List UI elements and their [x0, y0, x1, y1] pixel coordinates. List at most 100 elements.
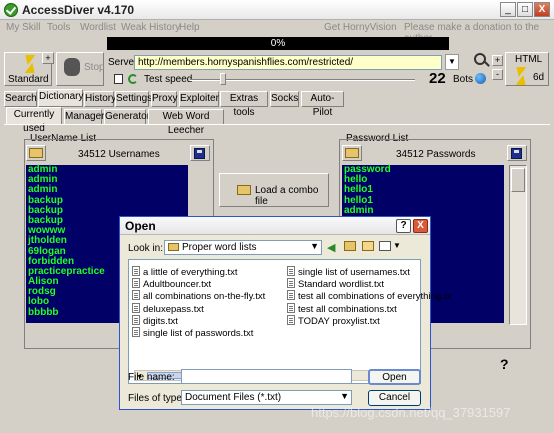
- file-item[interactable]: Standard wordlist.txt: [287, 278, 384, 290]
- minimize-button[interactable]: _: [500, 2, 516, 17]
- app-check-icon: [4, 3, 18, 17]
- close-button[interactable]: X: [534, 2, 550, 17]
- tab-search[interactable]: Search: [4, 91, 37, 107]
- file-item[interactable]: test all combinations of everything.tx: [287, 290, 451, 302]
- look-in-label: Look in:: [128, 243, 164, 254]
- subtab-web-word-leecher[interactable]: Web Word Leecher: [148, 109, 224, 136]
- text-file-icon: [132, 314, 140, 325]
- save-passwords-button[interactable]: [507, 145, 527, 161]
- up-folder-icon[interactable]: [344, 241, 356, 251]
- load-combo-button[interactable]: Load a combo file: [219, 173, 329, 207]
- dialog-close-button[interactable]: X: [413, 219, 428, 233]
- tab-settings[interactable]: Settings: [115, 91, 152, 107]
- tab-history[interactable]: History: [84, 91, 116, 107]
- cancel-button[interactable]: Cancel: [368, 390, 421, 406]
- new-document-icon[interactable]: [114, 74, 123, 84]
- file-item[interactable]: test all combinations.txt: [287, 302, 397, 315]
- menu-my-skill[interactable]: My Skill: [6, 22, 40, 33]
- title-bar: AccessDiver v4.170 _ □ X: [0, 0, 554, 20]
- save-usernames-button[interactable]: [190, 145, 210, 161]
- maximize-button[interactable]: □: [517, 2, 533, 17]
- speed-slider-thumb[interactable]: [220, 73, 226, 85]
- help-question-mark[interactable]: ?: [500, 356, 509, 372]
- tab-proxy[interactable]: Proxy: [151, 91, 178, 107]
- file-name-label: File name:: [128, 372, 175, 383]
- file-name: single list of usernames.txt: [298, 267, 410, 278]
- file-item[interactable]: a little of everything.txt: [132, 266, 238, 278]
- text-file-icon: [132, 327, 140, 337]
- globe-icon[interactable]: [475, 73, 486, 84]
- window-title: AccessDiver v4.170: [22, 3, 135, 17]
- folder-icon: [345, 148, 359, 158]
- menu-wordlist[interactable]: Wordlist: [80, 22, 116, 33]
- file-name: single list of passwords.txt: [143, 328, 254, 339]
- add-server-button[interactable]: +: [492, 55, 503, 66]
- tab-extras-tools[interactable]: Extras tools: [220, 91, 268, 118]
- files-of-type-select[interactable]: Document Files (*.txt) ▼: [181, 390, 352, 405]
- file-list[interactable]: TODAY proxylist.txt test all combinations…: [128, 259, 451, 384]
- menu-weak-history[interactable]: Weak History: [121, 22, 180, 33]
- text-file-icon: [287, 290, 295, 301]
- file-item[interactable]: single list of usernames.txt: [287, 266, 410, 278]
- folder-icon: [29, 148, 43, 158]
- menu-tools[interactable]: Tools: [47, 22, 70, 33]
- file-name: all combinations on-the-fly.txt: [143, 291, 266, 303]
- bots-label: Bots: [453, 74, 474, 85]
- text-file-icon: [132, 302, 140, 313]
- new-folder-icon[interactable]: [362, 241, 374, 251]
- html-button[interactable]: HTML 6d: [505, 52, 549, 86]
- menu-get-hornyvision[interactable]: Get HornyVision: [324, 22, 397, 33]
- tab-socks[interactable]: Socks: [270, 91, 299, 107]
- menu-help[interactable]: Help: [179, 22, 200, 33]
- text-file-icon: [287, 302, 295, 313]
- text-file-icon: [287, 278, 295, 289]
- bots-value: 22: [429, 70, 446, 87]
- back-icon[interactable]: ◀: [327, 241, 335, 254]
- text-file-icon: [132, 266, 140, 276]
- text-file-icon: [132, 290, 140, 301]
- password-item[interactable]: admin: [344, 205, 504, 216]
- username-count: 34512 Usernames: [78, 149, 160, 160]
- file-name-input[interactable]: [181, 369, 352, 384]
- view-menu-icon[interactable]: [379, 241, 391, 251]
- file-item[interactable]: deluxepass.txt: [132, 302, 204, 315]
- tab-auto-pilot[interactable]: Auto-Pilot: [301, 91, 344, 118]
- load-combo-label: Load a combo file: [255, 185, 319, 207]
- dialog-title-bar: Open ? X: [120, 217, 430, 235]
- text-file-icon: [132, 278, 140, 289]
- add-button[interactable]: +: [42, 52, 54, 64]
- server-input[interactable]: http://members.hornyspanishflies.com/res…: [134, 55, 442, 70]
- file-item[interactable]: single list of passwords.txt: [132, 327, 253, 339]
- tab-dictionary[interactable]: Dictionary: [38, 89, 83, 107]
- password-count: 34512 Passwords: [396, 149, 476, 160]
- standard-label: Standard: [8, 74, 49, 85]
- text-file-icon: [287, 266, 295, 276]
- stop-button[interactable]: Stop: [56, 52, 105, 86]
- server-dropdown-button[interactable]: ▼: [445, 54, 459, 70]
- password-scrollbar[interactable]: [509, 165, 527, 325]
- open-button[interactable]: Open: [368, 369, 421, 385]
- subtab-manager[interactable]: Manager: [64, 109, 104, 125]
- open-dialog: Open ? X Look in: Proper word lists ▼ ◀ …: [119, 216, 451, 410]
- chevron-down-icon[interactable]: ▼: [393, 241, 401, 250]
- password-item[interactable]: password: [344, 164, 504, 175]
- remove-server-button[interactable]: -: [492, 69, 503, 80]
- look-in-select[interactable]: Proper word lists ▼: [164, 240, 322, 255]
- file-item[interactable]: digits.txt: [132, 314, 178, 327]
- subtab-generator[interactable]: Generator: [104, 109, 150, 125]
- dialog-help-button[interactable]: ?: [396, 219, 411, 233]
- floppy-disk-icon: [194, 148, 205, 159]
- open-passwords-button[interactable]: [342, 145, 362, 161]
- refresh-icon[interactable]: [128, 74, 138, 84]
- folder-icon: [168, 243, 179, 251]
- password-scroll-thumb[interactable]: [511, 168, 525, 192]
- file-item[interactable]: TODAY proxylist.txt: [287, 314, 380, 327]
- subtab-currently-used[interactable]: Currently used: [6, 107, 62, 134]
- file-name: digits.txt: [143, 315, 178, 327]
- app-window: AccessDiver v4.170 _ □ X My Skill Tools …: [0, 0, 554, 433]
- file-item[interactable]: all combinations on-the-fly.txt: [132, 290, 265, 302]
- test-speed-label: Test speed: [144, 74, 193, 85]
- open-usernames-button[interactable]: [26, 145, 46, 161]
- tab-exploiter[interactable]: Exploiter: [179, 91, 219, 107]
- file-item[interactable]: Adultbouncer.txt: [132, 278, 211, 290]
